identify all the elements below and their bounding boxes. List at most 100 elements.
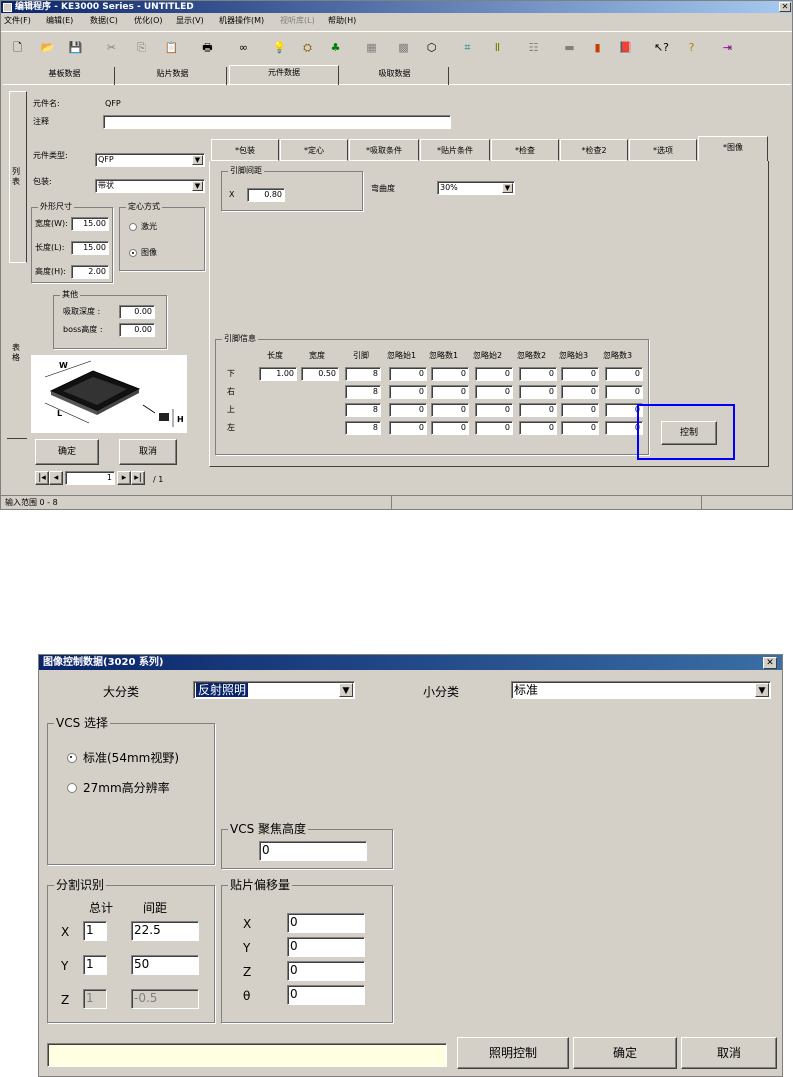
chip-icon[interactable]: ⬡ [421, 37, 442, 58]
lead-pitch-input[interactable]: 0.80 [247, 188, 285, 202]
first-page-button[interactable]: |◂ [35, 471, 49, 485]
paste-icon[interactable]: 📋 [161, 37, 182, 58]
machine-icon[interactable]: ▬ [559, 37, 580, 58]
dialog-close-icon[interactable]: ✕ [763, 657, 777, 669]
lead-cell-input[interactable]: 8 [345, 367, 381, 381]
menu-edit[interactable]: 编辑(E) [46, 15, 73, 27]
split-y-total[interactable]: 1 [83, 955, 107, 975]
bulb-icon[interactable]: 💡 [269, 37, 290, 58]
tab-centering[interactable]: *定心 [280, 139, 348, 161]
tab-pick-data[interactable]: 吸取数据 [341, 67, 449, 85]
vcs-highres-radio[interactable] [67, 783, 77, 793]
feeder-icon[interactable]: ⛭ [297, 37, 318, 58]
new-icon[interactable]: 🗋 [7, 37, 28, 58]
vcs-focus-input[interactable]: 0 [259, 841, 367, 861]
dialog-cancel-button[interactable]: 取消 [681, 1037, 777, 1069]
lead-cell-input[interactable]: 8 [345, 385, 381, 399]
context-help-icon[interactable]: ↖? [651, 37, 672, 58]
last-page-button[interactable]: ▸| [131, 471, 145, 485]
lead-cell-input[interactable]: 8 [345, 403, 381, 417]
tab-pick-condition[interactable]: *吸取条件 [349, 139, 419, 161]
ok-button[interactable]: 确定 [35, 439, 99, 465]
lead-cell-input[interactable]: 0 [519, 367, 557, 381]
optimize-icon[interactable]: ∞ [233, 37, 254, 58]
lead-cell-input[interactable]: 0 [561, 385, 599, 399]
part-type-select[interactable]: QFP ▼ [95, 153, 205, 167]
board-icon[interactable]: ▦ [361, 37, 382, 58]
cancel-button[interactable]: 取消 [119, 439, 177, 465]
minor-category-select[interactable]: 标准 ▼ [511, 681, 771, 699]
grid-icon[interactable]: ▩ [393, 37, 414, 58]
split-x-pitch[interactable]: 22.5 [131, 921, 199, 941]
tab-image[interactable]: *图像 [698, 136, 768, 161]
lead-cell-input[interactable]: 1.00 [259, 367, 297, 381]
split-x-total[interactable]: 1 [83, 921, 107, 941]
lead-cell-input[interactable]: 0 [475, 421, 513, 435]
offset-x-input[interactable]: 0 [287, 913, 365, 933]
boss-height-input[interactable]: 0.00 [119, 323, 155, 337]
close-icon[interactable]: ✕ [779, 2, 791, 12]
vcs-standard-radio[interactable] [67, 753, 77, 763]
lead-cell-input[interactable]: 0 [431, 367, 469, 381]
lead-cell-input[interactable]: 0 [475, 385, 513, 399]
tab-inspect[interactable]: *检查 [491, 139, 559, 161]
tab-board-data[interactable]: 基板数据 [15, 67, 115, 85]
book-icon[interactable]: ▮ [587, 37, 608, 58]
split-y-pitch[interactable]: 50 [131, 955, 199, 975]
print-icon[interactable]: 🖶 [197, 37, 218, 58]
tab-mount-data[interactable]: 贴片数据 [119, 67, 227, 85]
menu-file[interactable]: 文件(F) [4, 15, 31, 27]
help-icon[interactable]: ? [681, 37, 702, 58]
image-radio[interactable] [129, 249, 137, 257]
tab-packaging[interactable]: *包装 [211, 139, 279, 161]
dropdown-arrow-icon[interactable]: ▼ [502, 183, 513, 193]
dropdown-arrow-icon[interactable]: ▼ [339, 683, 353, 697]
menu-machine[interactable]: 机器操作(M) [219, 15, 264, 27]
lighting-control-button[interactable]: 照明控制 [457, 1037, 569, 1069]
menu-help[interactable]: 帮助(H) [328, 15, 356, 27]
dropdown-arrow-icon[interactable]: ▼ [192, 155, 203, 165]
next-page-button[interactable]: ▸ [117, 471, 131, 485]
tab-options[interactable]: *选项 [629, 139, 697, 161]
open-icon[interactable]: 📂 [37, 37, 58, 58]
lead-cell-input[interactable]: 0 [389, 421, 427, 435]
offset-y-input[interactable]: 0 [287, 937, 365, 957]
lead-cell-input[interactable]: 0 [561, 421, 599, 435]
lead-cell-input[interactable]: 0 [561, 367, 599, 381]
copy-icon[interactable]: ⎘ [131, 37, 152, 58]
pin-icon[interactable]: Ⅱ [487, 37, 508, 58]
lead-cell-input[interactable]: 0 [431, 385, 469, 399]
prev-page-button[interactable]: ◂ [49, 471, 63, 485]
menu-view[interactable]: 显示(V) [176, 15, 204, 27]
lead-cell-input[interactable]: 0 [519, 403, 557, 417]
major-category-select[interactable]: 反射照明 ▼ [193, 681, 355, 699]
menu-library[interactable]: 视听库(L) [280, 15, 315, 27]
lead-cell-input[interactable]: 0 [561, 403, 599, 417]
nozzle-icon[interactable]: ♣ [325, 37, 346, 58]
lead-cell-input[interactable]: 8 [345, 421, 381, 435]
dialog-ok-button[interactable]: 确定 [573, 1037, 677, 1069]
page-input[interactable]: 1 [65, 471, 115, 485]
dropdown-arrow-icon[interactable]: ▼ [755, 683, 769, 697]
dropdown-arrow-icon[interactable]: ▼ [192, 181, 203, 191]
menu-optimize[interactable]: 优化(O) [134, 15, 163, 27]
lead-cell-input[interactable]: 0 [605, 385, 643, 399]
lead-cell-input[interactable]: 0 [475, 367, 513, 381]
lead-cell-input[interactable]: 0 [389, 367, 427, 381]
tab-mount-condition[interactable]: *贴片条件 [420, 139, 490, 161]
lead-cell-input[interactable]: 0 [431, 403, 469, 417]
lead-cell-input[interactable]: 0 [519, 421, 557, 435]
lead-cell-input[interactable]: 0 [605, 367, 643, 381]
side-tab-table-label[interactable]: 表格 [12, 343, 22, 363]
laser-radio[interactable] [129, 223, 137, 231]
width-input[interactable]: 15.00 [71, 217, 109, 231]
lead-cell-input[interactable]: 0.50 [301, 367, 339, 381]
height-input[interactable]: 2.00 [71, 265, 109, 279]
note-input[interactable] [103, 115, 451, 129]
lead-cell-input[interactable]: 0 [431, 421, 469, 435]
lead-cell-input[interactable]: 0 [389, 385, 427, 399]
tab-part-data[interactable]: 元件数据 [229, 65, 339, 85]
package-select[interactable]: 带状 ▼ [95, 179, 205, 193]
cut-icon[interactable]: ✂ [101, 37, 122, 58]
lead-cell-input[interactable]: 0 [475, 403, 513, 417]
